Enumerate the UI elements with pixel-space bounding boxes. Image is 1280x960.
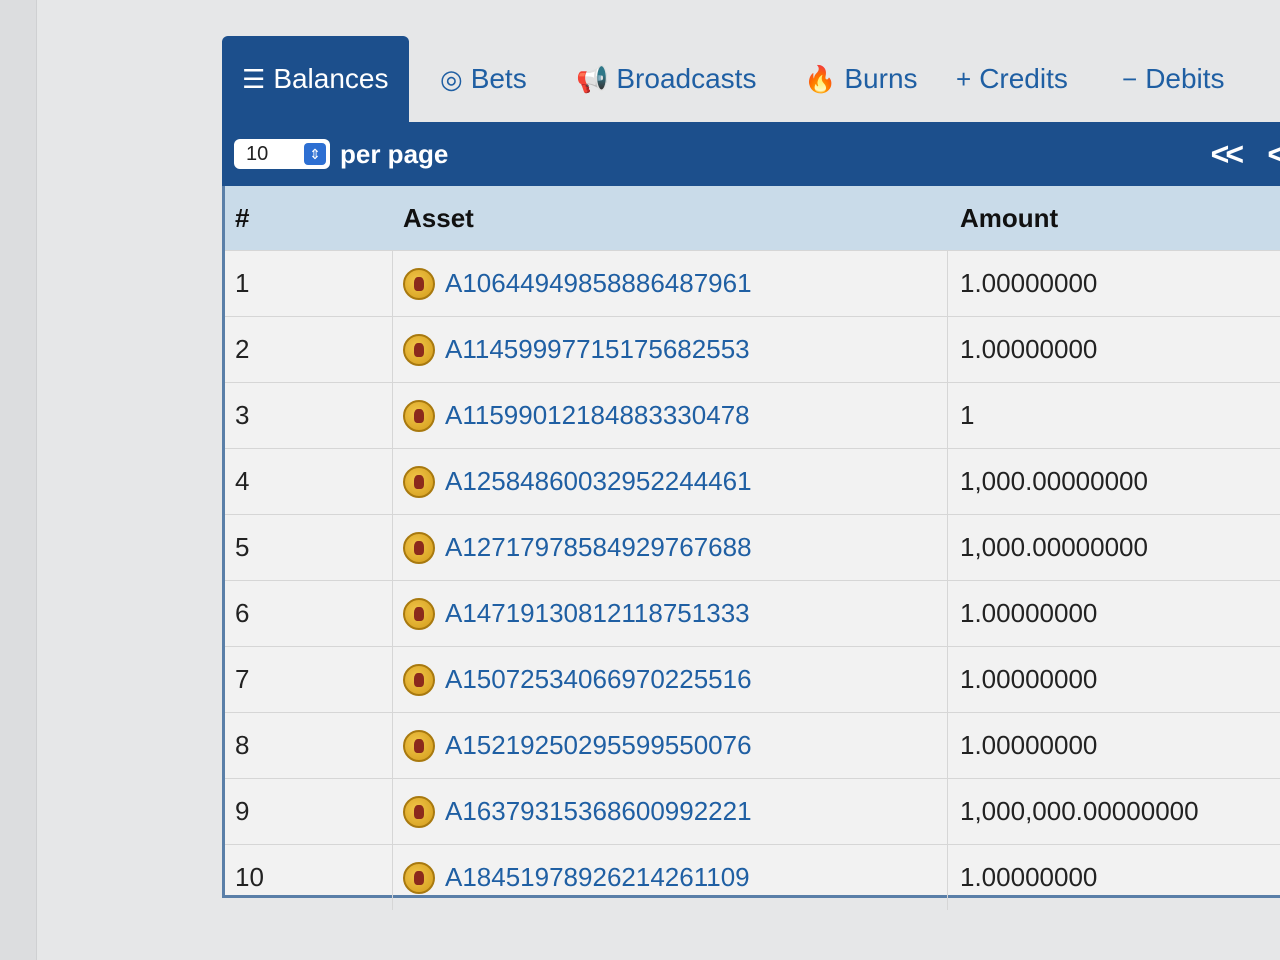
asset-cell: A15219250295599550076 bbox=[393, 713, 948, 778]
asset-link[interactable]: A12717978584929767688 bbox=[445, 532, 752, 563]
amount-cell: 1.00000000 bbox=[960, 268, 1098, 298]
asset-cell: A18451978926214261109 bbox=[393, 845, 948, 910]
asset-link[interactable]: A12584860032952244461 bbox=[445, 466, 752, 497]
asset-cell: A15072534066970225516 bbox=[393, 647, 948, 712]
table-row: 8 A15219250295599550076 1.00000000 bbox=[225, 712, 1280, 778]
tab-label: Broadcasts bbox=[616, 63, 757, 94]
per-page-label: per page bbox=[340, 138, 449, 169]
asset-cell: A12584860032952244461 bbox=[393, 449, 948, 514]
asset-cell: A11599012184883330478 bbox=[393, 383, 948, 448]
table-row: 10 A18451978926214261109 1.00000000 bbox=[225, 844, 1280, 910]
asset-cell: A16379315368600992221 bbox=[393, 779, 948, 844]
asset-coin-icon bbox=[403, 465, 435, 498]
tab-label: Credits bbox=[979, 63, 1068, 94]
asset-link[interactable]: A11459997715175682553 bbox=[445, 334, 750, 365]
amount-cell: 1 bbox=[960, 400, 975, 430]
table-header: # Asset Amount bbox=[225, 186, 1280, 250]
row-number: 7 bbox=[225, 647, 393, 712]
amount-cell: 1.00000000 bbox=[960, 598, 1098, 628]
asset-coin-icon bbox=[403, 267, 435, 300]
asset-coin-icon bbox=[403, 531, 435, 564]
asset-coin-icon bbox=[403, 729, 435, 762]
tab-debits[interactable]: − Debits bbox=[1122, 36, 1225, 122]
row-number: 1 bbox=[225, 251, 393, 316]
per-page-value: 10 bbox=[246, 142, 269, 165]
table-row: 6 A14719130812118751333 1.00000000 bbox=[225, 580, 1280, 646]
tab-balances[interactable]: ☰ Balances bbox=[222, 36, 409, 122]
table-row: 5 A12717978584929767688 1,000.00000000 bbox=[225, 514, 1280, 580]
amount-cell: 1,000,000.00000000 bbox=[960, 796, 1199, 826]
asset-coin-icon bbox=[403, 333, 435, 366]
header-amount[interactable]: Amount bbox=[948, 203, 1280, 234]
megaphone-icon: 📢 bbox=[576, 64, 609, 94]
amount-cell: 1,000.00000000 bbox=[960, 532, 1148, 562]
tab-burns[interactable]: 🔥 Burns bbox=[804, 36, 918, 122]
asset-link[interactable]: A14719130812118751333 bbox=[445, 598, 750, 629]
table-row: 7 A15072534066970225516 1.00000000 bbox=[225, 646, 1280, 712]
prev-page-button[interactable]: < bbox=[1267, 136, 1280, 173]
asset-cell: A12717978584929767688 bbox=[393, 515, 948, 580]
row-number: 5 bbox=[225, 515, 393, 580]
table-row: 9 A16379315368600992221 1,000,000.00000000 bbox=[225, 778, 1280, 844]
amount-cell: 1.00000000 bbox=[960, 334, 1098, 364]
asset-link[interactable]: A15219250295599550076 bbox=[445, 730, 752, 761]
row-number: 6 bbox=[225, 581, 393, 646]
table-toolbar: 10 ⇕ per page << < bbox=[222, 122, 1280, 186]
asset-link[interactable]: A18451978926214261109 bbox=[445, 862, 750, 893]
row-number: 8 bbox=[225, 713, 393, 778]
tab-broadcasts[interactable]: 📢 Broadcasts bbox=[576, 36, 756, 122]
tab-label: Bets bbox=[470, 63, 527, 94]
select-chevron-icon: ⇕ bbox=[304, 143, 326, 165]
left-margin bbox=[0, 0, 37, 960]
table-row: 3 A11599012184883330478 1 bbox=[225, 382, 1280, 448]
plus-icon: + bbox=[956, 64, 972, 94]
row-number: 4 bbox=[225, 449, 393, 514]
per-page-select[interactable]: 10 ⇕ bbox=[234, 139, 330, 169]
minus-icon: − bbox=[1122, 64, 1138, 94]
first-page-button[interactable]: << bbox=[1211, 136, 1244, 173]
asset-coin-icon bbox=[403, 597, 435, 630]
asset-coin-icon bbox=[403, 663, 435, 696]
asset-coin-icon bbox=[403, 399, 435, 432]
table-row: 1 A10644949858886487961 1.00000000 bbox=[225, 250, 1280, 316]
balances-table: # Asset Amount 1 A10644949858886487961 1.0… bbox=[222, 186, 1280, 910]
header-asset[interactable]: Asset bbox=[393, 203, 948, 234]
amount-cell: 1,000.00000000 bbox=[960, 466, 1148, 496]
tab-label: Burns bbox=[844, 63, 918, 94]
target-icon: ◎ bbox=[440, 64, 463, 94]
balances-panel: ☰ Balances ◎ Bets 📢 Broadcasts 🔥 Burns +… bbox=[222, 36, 1280, 910]
asset-coin-icon bbox=[403, 795, 435, 828]
tab-credits[interactable]: + Credits bbox=[956, 36, 1068, 122]
tab-bar: ☰ Balances ◎ Bets 📢 Broadcasts 🔥 Burns +… bbox=[222, 36, 1280, 122]
tab-label: Debits bbox=[1145, 63, 1225, 94]
row-number: 2 bbox=[225, 317, 393, 382]
flame-icon: 🔥 bbox=[804, 64, 837, 94]
table-row: 2 A11459997715175682553 1.00000000 bbox=[225, 316, 1280, 382]
table-row: 4 A12584860032952244461 1,000.00000000 bbox=[225, 448, 1280, 514]
row-number: 9 bbox=[225, 779, 393, 844]
row-number: 3 bbox=[225, 383, 393, 448]
asset-cell: A10644949858886487961 bbox=[393, 251, 948, 316]
row-number: 10 bbox=[225, 845, 393, 910]
asset-link[interactable]: A11599012184883330478 bbox=[445, 400, 750, 431]
asset-cell: A14719130812118751333 bbox=[393, 581, 948, 646]
tab-label: Balances bbox=[273, 63, 389, 94]
asset-coin-icon bbox=[403, 861, 435, 894]
amount-cell: 1.00000000 bbox=[960, 664, 1098, 694]
amount-cell: 1.00000000 bbox=[960, 730, 1098, 760]
asset-link[interactable]: A15072534066970225516 bbox=[445, 664, 752, 695]
header-num[interactable]: # bbox=[225, 203, 393, 234]
amount-cell: 1.00000000 bbox=[960, 862, 1098, 892]
list-icon: ☰ bbox=[242, 64, 266, 94]
tab-bets[interactable]: ◎ Bets bbox=[440, 36, 527, 122]
asset-cell: A11459997715175682553 bbox=[393, 317, 948, 382]
table-body: 1 A10644949858886487961 1.00000000 2 A114599… bbox=[225, 250, 1280, 910]
asset-link[interactable]: A10644949858886487961 bbox=[445, 268, 752, 299]
asset-link[interactable]: A16379315368600992221 bbox=[445, 796, 752, 827]
